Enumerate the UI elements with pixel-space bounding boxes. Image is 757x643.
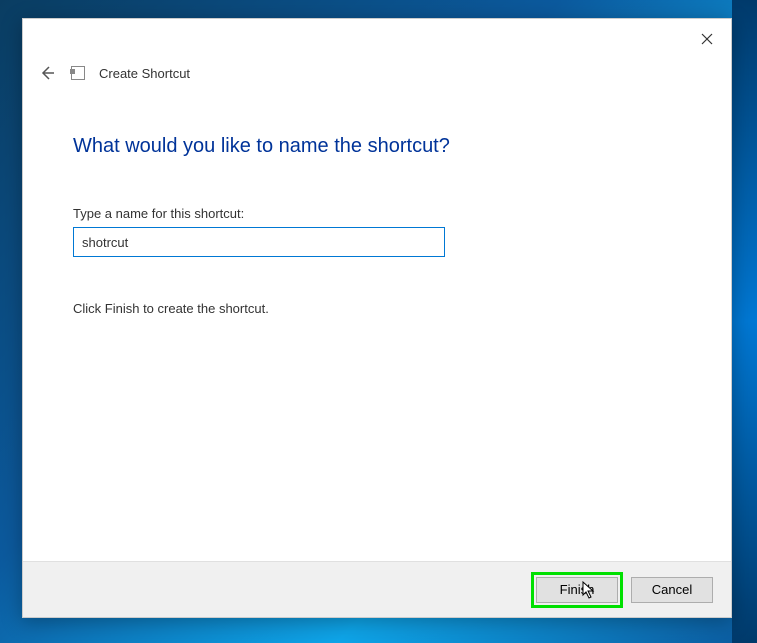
create-shortcut-wizard: Create Shortcut What would you like to n… [22,18,732,618]
button-bar: Finish Cancel [23,561,731,617]
wizard-title: Create Shortcut [99,66,190,81]
shortcut-name-input[interactable] [73,227,445,257]
finish-button[interactable]: Finish [536,577,618,603]
finish-highlight-box: Finish [531,572,623,608]
wizard-content: What would you like to name the shortcut… [23,87,731,561]
cancel-button[interactable]: Cancel [631,577,713,603]
shortcut-name-label: Type a name for this shortcut: [73,206,681,221]
back-arrow-icon [39,65,55,81]
shortcut-icon [71,66,85,80]
wizard-header: Create Shortcut [23,59,731,87]
desktop-background-stripe [732,0,757,643]
page-heading: What would you like to name the shortcut… [73,135,681,158]
back-button[interactable] [37,63,57,83]
close-button[interactable] [697,29,717,49]
close-icon [701,33,713,45]
window-titlebar [23,19,731,59]
instruction-text: Click Finish to create the shortcut. [73,301,681,316]
